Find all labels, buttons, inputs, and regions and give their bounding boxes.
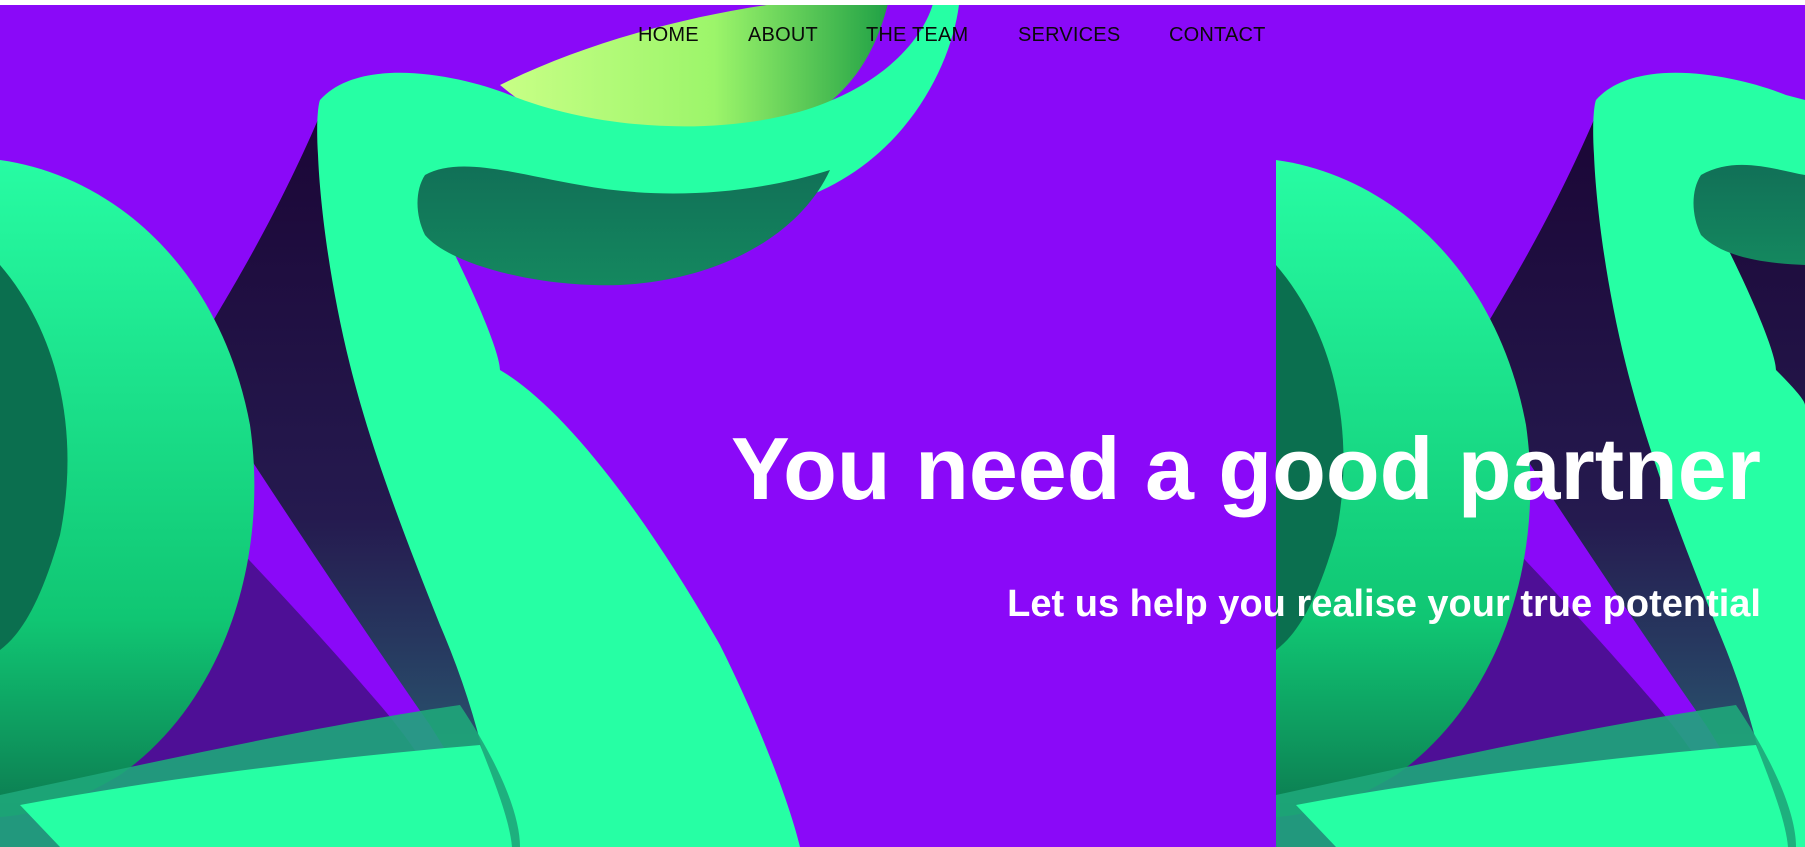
nav-contact-link[interactable]: CONTACT — [1169, 24, 1266, 47]
main-navigation: HOME ABOUT THE TEAM SERVICES CONTACT — [0, 5, 1805, 75]
nav-home-link[interactable]: HOME — [638, 24, 699, 47]
nav-services-link[interactable]: SERVICES — [1018, 24, 1120, 47]
nav-the-team-link[interactable]: THE TEAM — [866, 24, 968, 47]
hero-subtitle: Let us help you realise your true potent… — [1007, 583, 1761, 625]
nav-about-link[interactable]: ABOUT — [748, 24, 818, 47]
hero-section: HOME ABOUT THE TEAM SERVICES CONTACT You… — [0, 5, 1805, 847]
hero-title: You need a good partner — [730, 419, 1761, 518]
